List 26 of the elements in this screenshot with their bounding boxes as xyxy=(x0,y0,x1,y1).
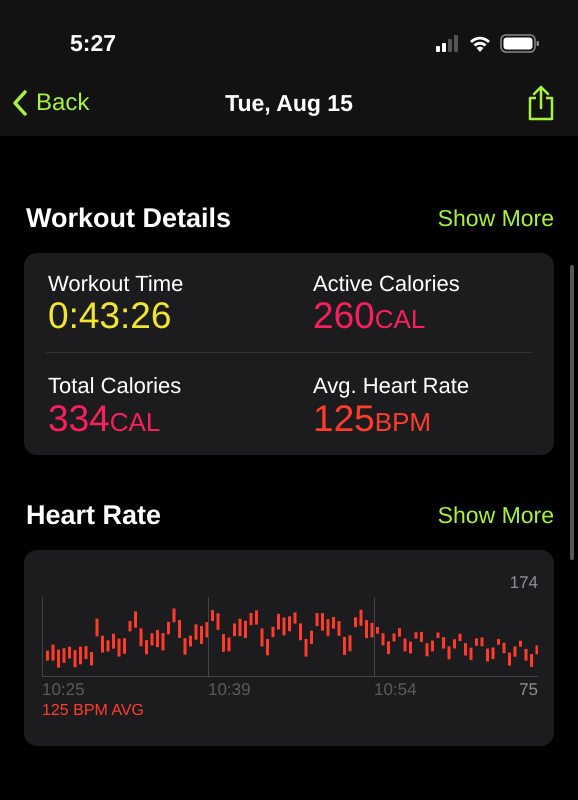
metric-label: Total Calories xyxy=(48,373,182,399)
wifi-icon xyxy=(468,34,492,52)
section-title: Workout Details xyxy=(26,202,232,235)
axis-label: 10:25 xyxy=(42,679,85,702)
share-button[interactable] xyxy=(526,85,556,121)
metric-value: 125BPM xyxy=(313,398,432,440)
signal-icon xyxy=(436,34,460,52)
axis-label: 174 xyxy=(508,572,538,594)
axis-label: 10:39 xyxy=(208,679,251,702)
average-label: 125 BPM AVG xyxy=(42,701,145,722)
metric-value: 334CAL xyxy=(48,398,162,440)
metric-label: Avg. Heart Rate xyxy=(313,373,470,399)
metric-label: Active Calories xyxy=(313,270,460,296)
status-time: 5:27 xyxy=(70,28,116,58)
chevron-left-icon xyxy=(12,89,28,117)
axis-label: 75 xyxy=(519,679,538,702)
metric-value: 0:43:26 xyxy=(48,296,172,336)
section-title: Heart Rate xyxy=(26,499,162,532)
show-more-link[interactable]: Show More xyxy=(438,201,554,236)
metric-label: Workout Time xyxy=(48,270,184,296)
metric-value: 260CAL xyxy=(313,296,426,336)
show-more-link[interactable]: Show More xyxy=(438,498,554,533)
axis-label: 10:54 xyxy=(374,679,417,702)
nav-title: Tue, Aug 15 xyxy=(225,88,353,118)
battery-icon xyxy=(500,34,540,52)
back-button[interactable]: Back xyxy=(12,85,90,121)
